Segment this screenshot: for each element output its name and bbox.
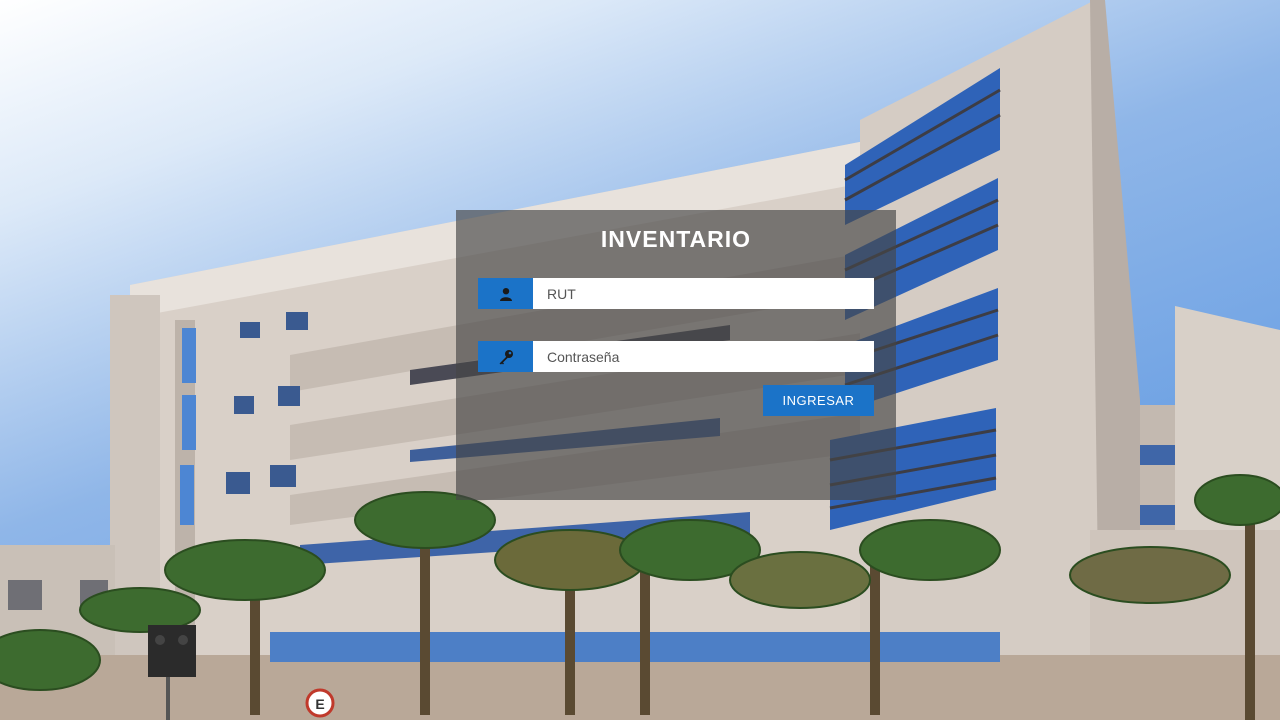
app-title: INVENTARIO xyxy=(600,226,752,252)
login-panel: INVENTARIO INGRESAR xyxy=(456,210,896,500)
login-page: E INVENTARIO INGRESAR xyxy=(0,0,1280,720)
rut-input[interactable] xyxy=(533,278,874,309)
svg-text:E: E xyxy=(315,696,324,712)
password-input[interactable] xyxy=(533,341,874,372)
ingresar-button[interactable]: INGRESAR xyxy=(763,385,874,416)
key-icon xyxy=(478,341,533,372)
user-icon xyxy=(478,278,533,309)
rut-field-group xyxy=(478,278,874,309)
password-field-group xyxy=(478,341,874,372)
